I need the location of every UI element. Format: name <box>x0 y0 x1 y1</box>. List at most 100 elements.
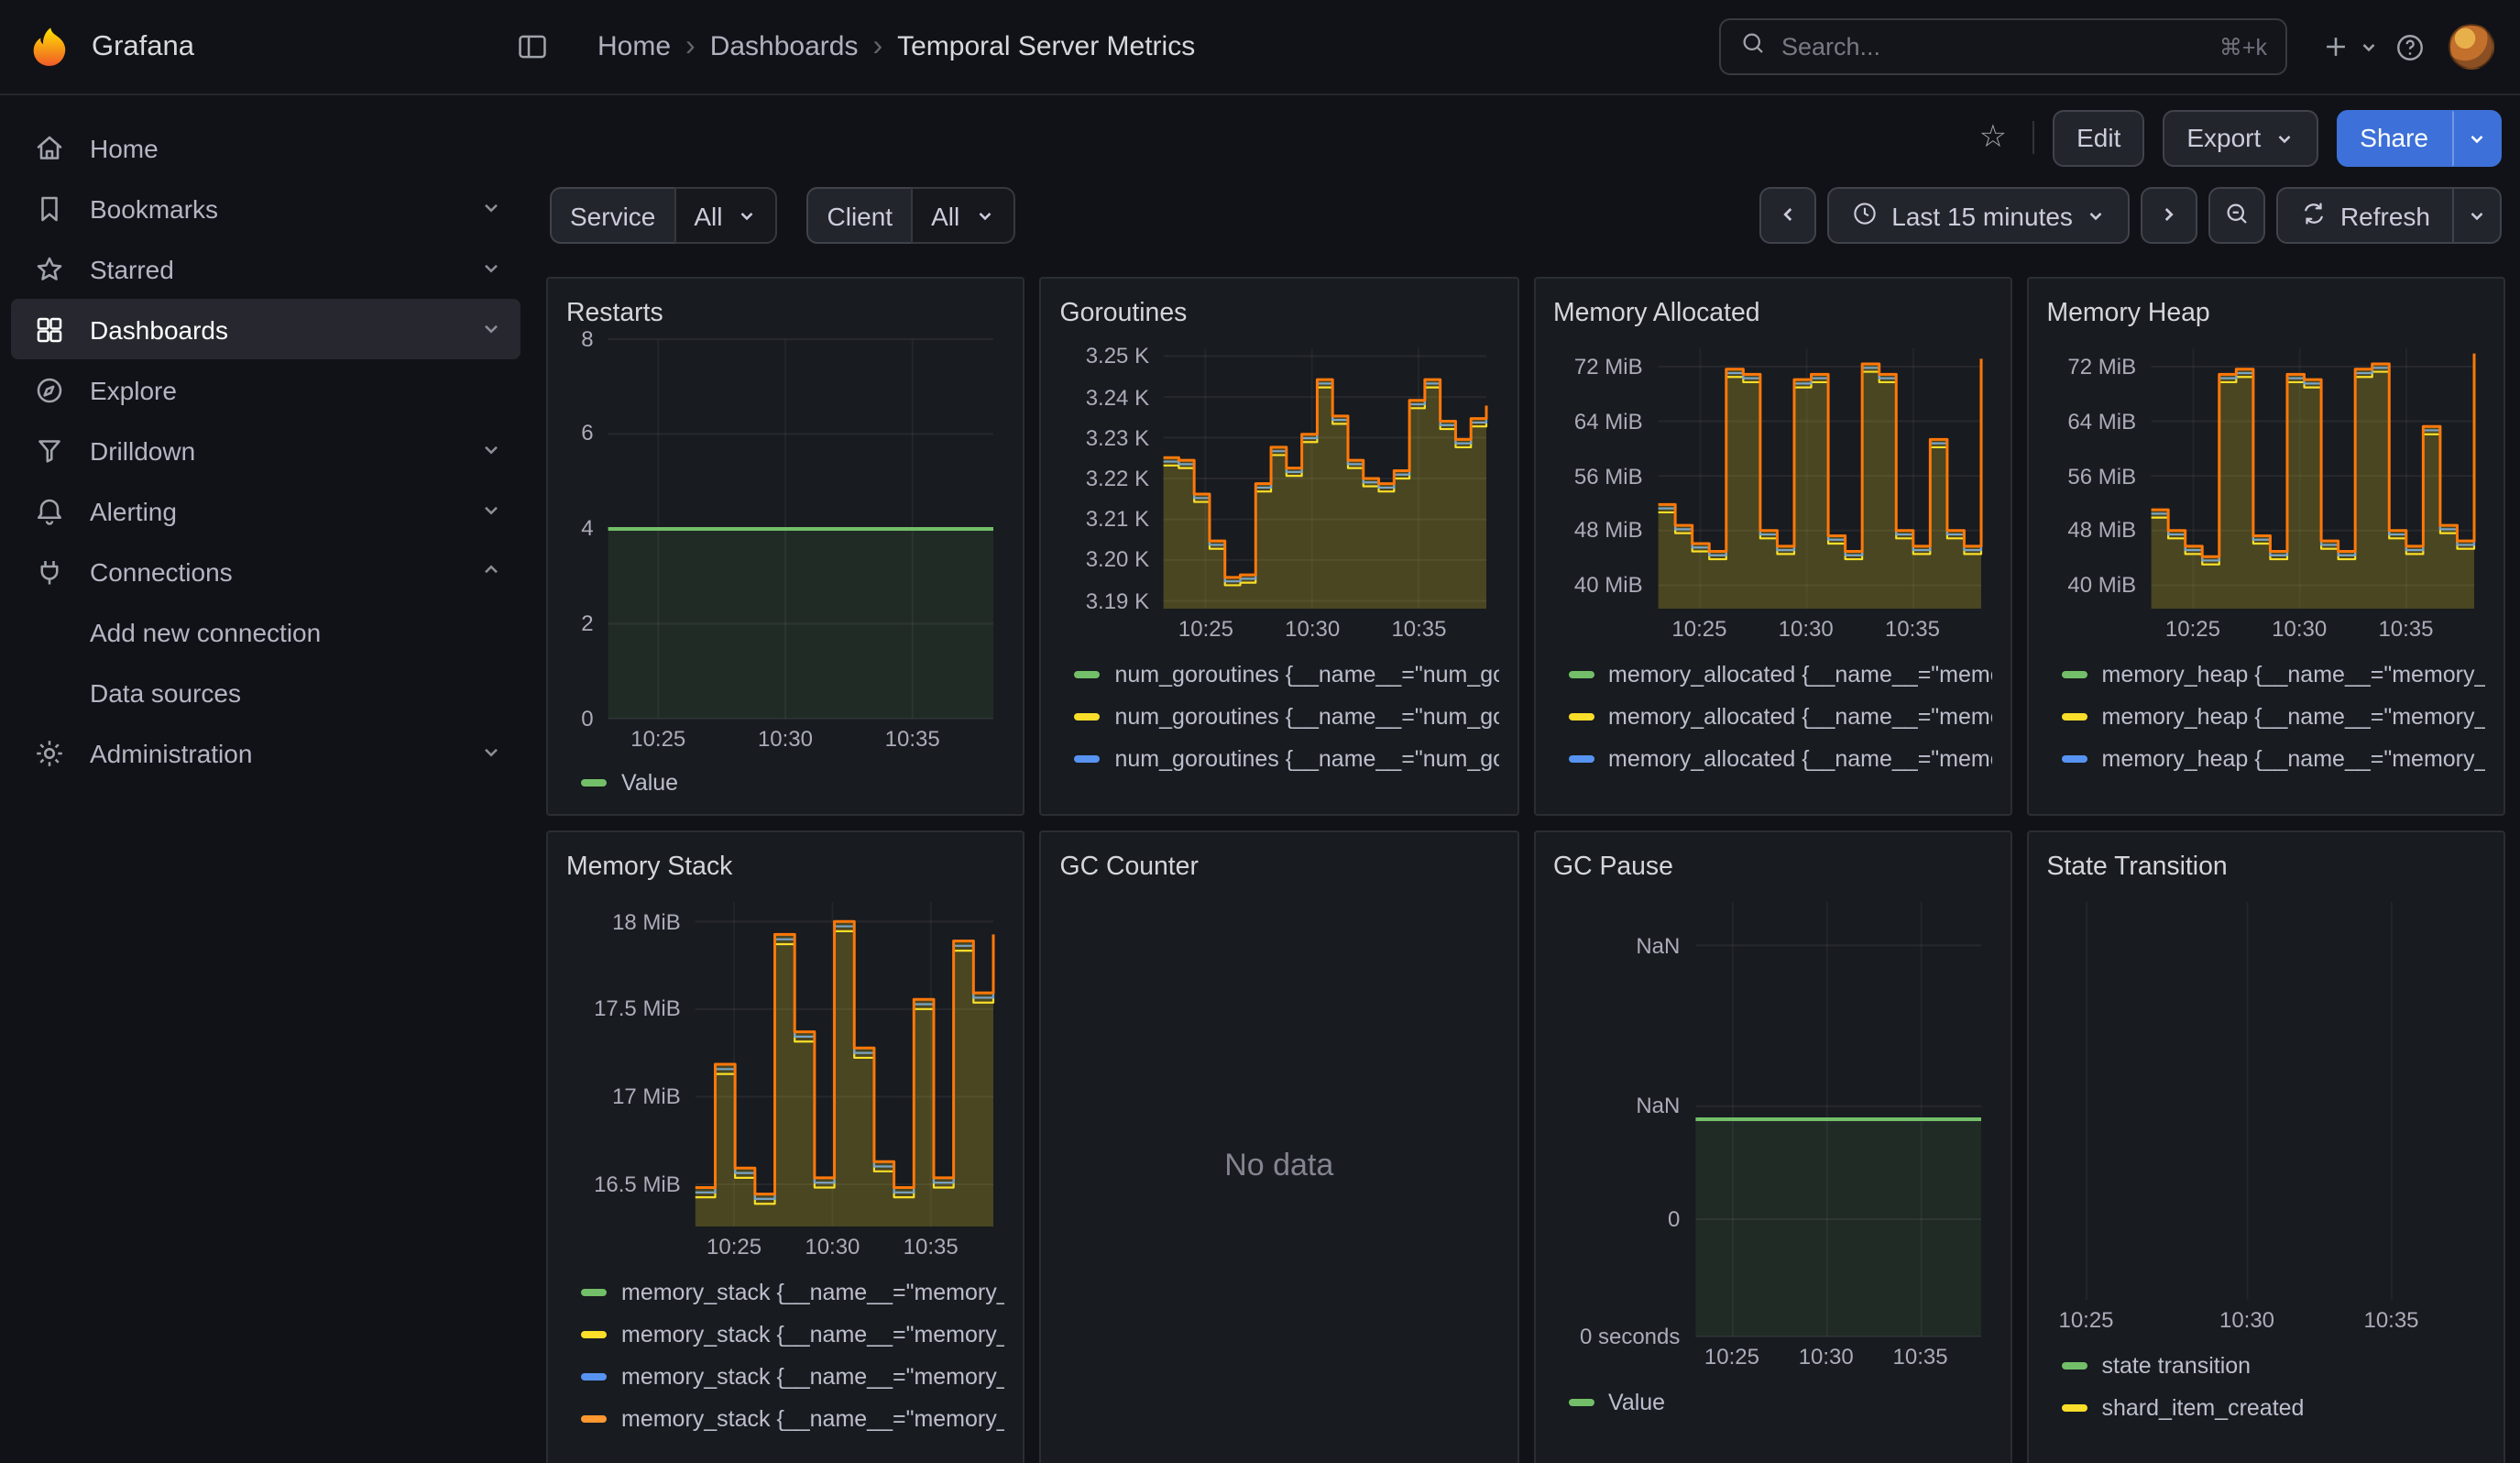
legend-item[interactable]: memory_heap {__name__="memory_h <box>2062 737 2486 779</box>
legend-item[interactable]: memory_allocated {__name__="memo <box>1568 737 1992 779</box>
panel-title[interactable]: GC Pause <box>1553 847 1992 891</box>
legend-label: memory_stack {__name__="memory_s <box>621 1279 1005 1304</box>
legend-item[interactable]: memory_allocated {__name__="memo <box>1568 653 1992 695</box>
sidebar-item-label: Data sources <box>90 677 502 707</box>
legend-label: state transition <box>2102 1352 2252 1378</box>
zoom-out-button[interactable] <box>2208 187 2265 244</box>
legend-item[interactable]: num_goroutines {__name__="num_go <box>1075 653 1499 695</box>
sidebar-item-bookmarks[interactable]: Bookmarks <box>11 178 520 238</box>
chevron-down-icon[interactable] <box>480 738 502 767</box>
export-button[interactable]: Export <box>2163 109 2317 166</box>
y-axis-label: 56 MiB <box>1553 463 1643 489</box>
body-row: Home Bookmarks Starred Dashboards Explor… <box>0 95 2520 1463</box>
legend-item[interactable]: num_goroutines {__name__="num_go <box>1075 737 1499 779</box>
search-input[interactable]: Search... ⌘+k <box>1719 18 2287 75</box>
chevron-down-icon[interactable] <box>480 193 502 223</box>
sidebar-item-explore[interactable]: Explore <box>11 359 520 420</box>
panel-title[interactable]: State Transition <box>2047 847 2486 891</box>
refresh-interval-button[interactable] <box>2454 187 2502 244</box>
sidebar-item-add-new-connection[interactable]: Add new connection <box>11 601 520 662</box>
legend-color-dash <box>2062 1361 2087 1369</box>
sidebar-item-connections[interactable]: Connections <box>11 541 520 601</box>
favorite-star-icon[interactable]: ☆ <box>1972 112 2015 163</box>
legend-color-dash <box>2062 712 2087 720</box>
legend-item[interactable]: memory_stack {__name__="memory_s <box>581 1270 1005 1313</box>
legend-item[interactable]: memory_stack {__name__="memory_s <box>581 1397 1005 1439</box>
chevron-down-icon[interactable] <box>480 254 502 283</box>
variable-client-select[interactable]: All <box>911 187 1014 244</box>
legend-label: num_goroutines {__name__="num_go <box>1115 703 1499 729</box>
legend-item[interactable]: Value <box>1568 1380 1992 1423</box>
legend-item[interactable]: memory_heap {__name__="memory_h <box>2062 653 2486 695</box>
share-menu-button[interactable] <box>2452 109 2502 166</box>
sidebar-item-administration[interactable]: Administration <box>11 722 520 783</box>
legend-item[interactable]: memory_stack {__name__="memory_s <box>581 1313 1005 1355</box>
panel-gc-counter: GC Counter No data <box>1040 830 1519 1463</box>
chart-plot[interactable] <box>1553 891 1991 1377</box>
legend-item[interactable]: memory_stack {__name__="memory_s <box>581 1355 1005 1397</box>
panel-title[interactable]: Memory Heap <box>2047 293 2486 337</box>
chart-plot[interactable] <box>566 891 1004 1267</box>
help-icon[interactable] <box>2386 23 2434 71</box>
sidebar-item-starred[interactable]: Starred <box>11 238 520 299</box>
legend-item[interactable]: memory_heap {__name__="memory_h <box>2062 779 2486 792</box>
y-axis-label: 3.24 K <box>1060 384 1150 410</box>
grafana-logo-icon[interactable] <box>26 23 73 71</box>
panel-chart: 3.25 K3.24 K3.23 K3.22 K3.21 K3.20 K3.19… <box>1060 337 1499 649</box>
y-axis-label: 3.19 K <box>1060 588 1150 613</box>
legend-color-dash <box>581 1330 607 1337</box>
y-axis-label: 16.5 MiB <box>566 1172 681 1197</box>
legend-color-dash <box>1075 712 1101 720</box>
panel-title[interactable]: GC Counter <box>1060 847 1499 891</box>
chevron-down-icon[interactable] <box>480 314 502 344</box>
sidebar-item-data-sources[interactable]: Data sources <box>11 662 520 722</box>
y-axis-label: 6 <box>566 421 594 446</box>
toolbar-divider <box>2032 121 2034 154</box>
add-new-button[interactable] <box>2313 24 2386 70</box>
time-back-button[interactable] <box>1759 187 1816 244</box>
breadcrumb-dashboards[interactable]: Dashboards <box>710 31 859 62</box>
sidebar-item-label: Dashboards <box>90 314 456 344</box>
y-axis-label: NaN <box>1553 1094 1680 1119</box>
panel-title[interactable]: Restarts <box>566 293 1005 327</box>
sidebar-item-drilldown[interactable]: Drilldown <box>11 420 520 480</box>
edit-button[interactable]: Edit <box>2053 109 2144 166</box>
top-header: Grafana Home › Dashboards › Temporal Ser… <box>0 0 2520 95</box>
sidebar-item-home[interactable]: Home <box>11 117 520 178</box>
sidebar-item-dashboards[interactable]: Dashboards <box>11 299 520 359</box>
y-axis-label: 0 <box>566 705 594 731</box>
chart-plot[interactable] <box>1553 337 1991 649</box>
panel-title[interactable]: Memory Stack <box>566 847 1005 891</box>
panel-chart: NaNNaN00 seconds10:2510:3010:35 <box>1553 891 1992 1377</box>
chevron-up-icon[interactable] <box>480 556 502 586</box>
legend-item[interactable]: state transition <box>2062 1344 2486 1386</box>
legend-item[interactable]: memory_heap {__name__="memory_h <box>2062 695 2486 737</box>
legend-item[interactable]: memory_allocated {__name__="memo <box>1568 779 1992 792</box>
time-forward-button[interactable] <box>2141 187 2197 244</box>
refresh-button[interactable]: Refresh <box>2276 187 2454 244</box>
chart-plot[interactable] <box>566 327 1004 758</box>
legend-item[interactable]: shard_item_created <box>2062 1386 2486 1428</box>
avatar[interactable] <box>2449 24 2494 70</box>
panel-title[interactable]: Goroutines <box>1060 293 1499 337</box>
panel-title[interactable]: Memory Allocated <box>1553 293 1992 337</box>
chart-plot[interactable] <box>2047 891 2485 1340</box>
dock-menu-icon[interactable] <box>508 22 557 72</box>
home-icon <box>33 131 66 164</box>
x-axis-label: 10:25 <box>1178 616 1233 642</box>
legend-label: memory_heap {__name__="memory_h <box>2102 703 2486 729</box>
legend-item[interactable]: num_goroutines {__name__="num_go <box>1075 695 1499 737</box>
sidebar-item-alerting[interactable]: Alerting <box>11 480 520 541</box>
breadcrumb-home[interactable]: Home <box>597 31 671 62</box>
panel-chart: 8642010:2510:3010:35 <box>566 327 1005 758</box>
time-range-button[interactable]: Last 15 minutes <box>1827 187 2130 244</box>
star-icon <box>33 252 66 285</box>
chevron-down-icon[interactable] <box>480 435 502 465</box>
variable-service-select[interactable]: All <box>674 187 777 244</box>
share-button[interactable]: Share <box>2336 109 2452 166</box>
legend-item[interactable]: Value <box>581 762 1005 799</box>
legend-item[interactable]: memory_allocated {__name__="memo <box>1568 695 1992 737</box>
legend-item[interactable]: num_goroutines {__name__="num_go <box>1075 779 1499 792</box>
chart-plot[interactable] <box>2047 337 2485 649</box>
chevron-down-icon[interactable] <box>480 496 502 525</box>
